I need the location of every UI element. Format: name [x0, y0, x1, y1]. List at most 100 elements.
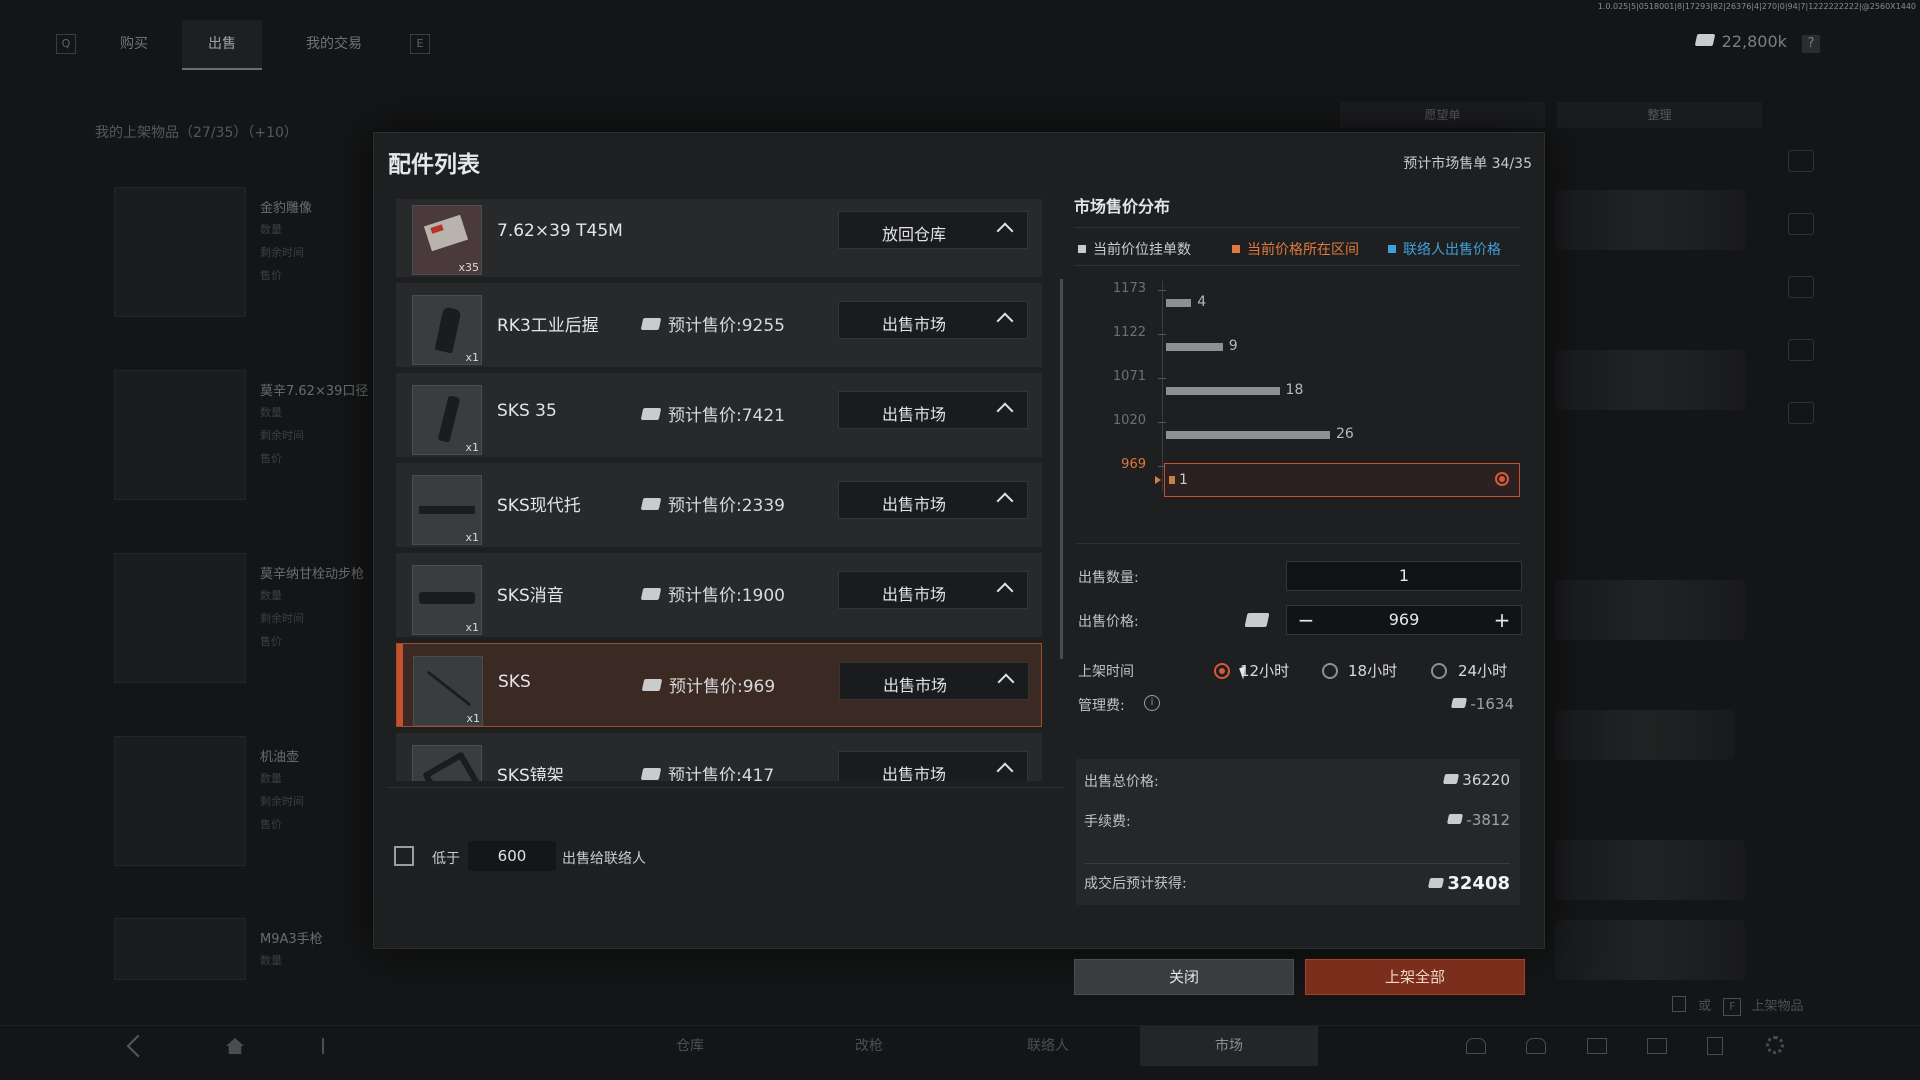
mail-icon[interactable] — [1647, 1038, 1667, 1054]
decrease-price-button[interactable]: − — [1291, 606, 1321, 634]
back-icon[interactable] — [126, 1034, 150, 1058]
friends-icon[interactable] — [1466, 1038, 1486, 1054]
price-input[interactable]: 969 — [1323, 606, 1485, 634]
list-item[interactable]: x1 SKS现代托 预计售价:2339 出售市场 — [396, 463, 1042, 547]
chevron-up-icon[interactable] — [997, 673, 1015, 691]
current-price-bar-row[interactable]: 1 — [1164, 463, 1520, 497]
item-quantity: x1 — [466, 712, 480, 725]
chat-icon[interactable] — [1587, 1038, 1607, 1054]
tab-my-trades[interactable]: 我的交易 — [306, 20, 362, 68]
sort-button[interactable]: 整理 — [1557, 102, 1762, 128]
info-icon[interactable]: i — [1144, 695, 1160, 711]
chevron-up-icon[interactable] — [996, 582, 1014, 600]
threshold-input[interactable]: 600 — [468, 841, 556, 871]
listing-card-thumb[interactable] — [114, 918, 246, 980]
estimated-price: 预计售价:969 — [641, 672, 775, 697]
list-item[interactable]: SKS镜架 预计售价:417 出售市场 — [396, 733, 1042, 781]
quantity-input[interactable]: 1 — [1286, 561, 1522, 591]
list-item[interactable]: x1 SKS消音 预计售价:1900 出售市场 — [396, 553, 1042, 637]
listing-card-thumb[interactable] — [114, 553, 246, 683]
nav-gunsmith[interactable]: 改枪 — [780, 1026, 958, 1066]
category-icon[interactable] — [1788, 150, 1814, 172]
nav-warehouse[interactable]: 仓库 — [601, 1026, 779, 1066]
duration-24h-radio[interactable] — [1431, 663, 1447, 679]
button-label: 出售市场 — [882, 676, 947, 695]
chevron-up-icon[interactable] — [996, 492, 1014, 510]
duration-18h-radio[interactable] — [1322, 663, 1338, 679]
item-thumbnail: x1 — [413, 656, 483, 726]
close-button[interactable]: 关闭 — [1074, 959, 1294, 995]
list-divider — [388, 787, 1064, 788]
notes-icon[interactable] — [1707, 1037, 1723, 1055]
help-button[interactable]: ? — [1802, 35, 1820, 53]
chevron-up-icon[interactable] — [996, 402, 1014, 420]
y-tick-label: 1122 — [1112, 325, 1146, 340]
list-scrollbar[interactable] — [1060, 279, 1063, 659]
nav-market[interactable]: 市场 — [1140, 1026, 1318, 1066]
party-icon[interactable] — [1526, 1038, 1546, 1054]
bar-label: 4 — [1197, 294, 1207, 310]
duration-12h-radio[interactable] — [1214, 663, 1230, 679]
sell-below-threshold-checkbox[interactable] — [394, 846, 414, 866]
chevron-up-icon[interactable] — [996, 762, 1014, 780]
category-icon[interactable] — [1788, 276, 1814, 298]
increase-price-button[interactable]: + — [1487, 606, 1517, 634]
category-icon[interactable] — [1788, 339, 1814, 361]
tab-sell[interactable]: 出售 — [182, 20, 262, 70]
button-label: 放回仓库 — [881, 225, 946, 244]
listing-card-thumb[interactable] — [114, 187, 246, 317]
bar — [1166, 343, 1223, 351]
home-icon[interactable] — [226, 1038, 244, 1054]
listing-card-meta: 数量 剩余时间 售价 — [260, 223, 304, 282]
weapon-thumb[interactable] — [1555, 190, 1745, 250]
list-item[interactable]: x1 RK3工业后握 预计售价:9255 出售市场 — [396, 283, 1042, 367]
weapon-thumb[interactable] — [1555, 840, 1745, 900]
currency-display: 22,800k ? — [1694, 32, 1820, 53]
weapon-thumb[interactable] — [1555, 350, 1745, 410]
category-icon[interactable] — [1788, 402, 1814, 424]
sell-to-market-button[interactable]: 出售市场 — [838, 301, 1028, 339]
weapon-thumb[interactable] — [1555, 920, 1745, 980]
wishlist-button[interactable]: 愿望单 — [1340, 102, 1545, 128]
parts-list: x35 7.62×39 T45M 放回仓库 x1 RK3工业后握 预计售价:92… — [396, 199, 1052, 781]
sell-to-market-button[interactable]: 出售市场 — [839, 662, 1029, 700]
threshold-label: 低于 — [432, 851, 460, 867]
list-item[interactable]: x35 7.62×39 T45M 放回仓库 — [396, 199, 1042, 277]
y-tick-label: 1020 — [1112, 413, 1146, 428]
flag-icon[interactable] — [322, 1038, 338, 1054]
sell-to-market-button[interactable]: 出售市场 — [838, 481, 1028, 519]
return-to-warehouse-button[interactable]: 放回仓库 — [838, 211, 1028, 249]
duration-option-label[interactable]: 24小时 — [1458, 660, 1507, 681]
current-price-marker — [1155, 476, 1161, 484]
settings-gear-icon[interactable] — [1766, 1036, 1784, 1054]
top-tab-bar: Q 购买 出售 我的交易 E — [0, 20, 1920, 70]
listing-card-thumb[interactable] — [114, 370, 246, 500]
item-name: SKS现代托 — [497, 496, 581, 516]
ammo-box-icon — [423, 214, 469, 252]
category-icon[interactable] — [1788, 213, 1814, 235]
selected-price-radio[interactable] — [1495, 472, 1509, 486]
weapon-thumb[interactable] — [1555, 710, 1735, 760]
list-item-hint: 或 F 上架物品 — [1672, 995, 1803, 1016]
listing-card-meta: 数量 剩余时间 售价 — [260, 589, 304, 648]
sell-to-market-button[interactable]: 出售市场 — [838, 751, 1028, 781]
chevron-up-icon[interactable] — [996, 312, 1014, 330]
currency-icon — [640, 318, 662, 330]
parts-list-dialog: 配件列表 预计市场售单 34/35 x35 7.62×39 T45M 放回仓库 … — [373, 132, 1545, 995]
list-item-selected[interactable]: x1 SKS 预计售价:969 出售市场 — [396, 643, 1042, 727]
duration-option-label[interactable]: 18小时 — [1348, 660, 1397, 681]
quantity-label: 出售数量: — [1078, 570, 1139, 586]
item-name: SKS消音 — [497, 586, 564, 606]
sell-to-market-button[interactable]: 出售市场 — [838, 571, 1028, 609]
chevron-up-icon[interactable] — [996, 222, 1014, 240]
weapon-thumb[interactable] — [1555, 580, 1745, 640]
list-item[interactable]: x1 SKS 35 预计售价:7421 出售市场 — [396, 373, 1042, 457]
currency-icon — [640, 408, 662, 420]
sell-to-market-button[interactable]: 出售市场 — [838, 391, 1028, 429]
list-all-button[interactable]: 上架全部 — [1305, 959, 1525, 995]
legend-item: 当前价位挂单数 — [1078, 239, 1191, 259]
nav-contacts[interactable]: 联络人 — [959, 1026, 1137, 1066]
tab-buy[interactable]: 购买 — [120, 20, 148, 68]
listing-card-thumb[interactable] — [114, 736, 246, 866]
market-distribution-title: 市场售价分布 — [1074, 197, 1171, 216]
